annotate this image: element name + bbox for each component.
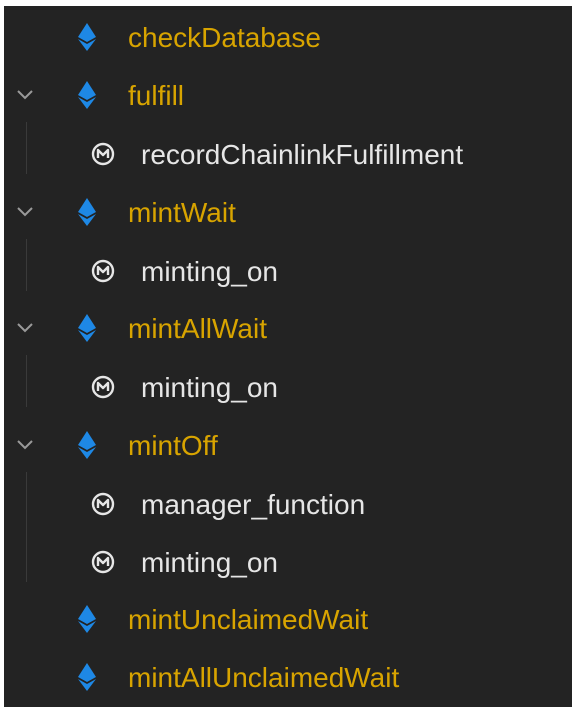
tree-item-manager_function[interactable]: manager_function bbox=[4, 475, 572, 533]
chevron-down-icon[interactable] bbox=[16, 435, 34, 453]
chevron-down-icon[interactable] bbox=[16, 85, 34, 103]
tree-item-minting_on[interactable]: minting_on bbox=[4, 358, 572, 416]
modifier-label: manager_function bbox=[141, 489, 366, 520]
outline-tree-panel: checkDatabase fulfill recordChainlinkFul… bbox=[4, 6, 572, 707]
function-label: mintOff bbox=[128, 430, 218, 461]
ethereum-diamond-icon bbox=[78, 198, 96, 226]
function-label: fulfill bbox=[128, 80, 185, 111]
tree-item-minting_on[interactable]: minting_on bbox=[4, 533, 572, 591]
chevron-down-icon[interactable] bbox=[16, 202, 34, 220]
tree-item-minting_on[interactable]: minting_on bbox=[4, 242, 572, 300]
modifier-icon bbox=[91, 375, 115, 399]
modifier-label: minting_on bbox=[141, 256, 278, 287]
ethereum-diamond-icon bbox=[78, 663, 96, 691]
modifier-label: minting_on bbox=[141, 372, 278, 403]
tree-item-mintUnclaimedWait[interactable]: mintUnclaimedWait bbox=[4, 591, 572, 649]
ethereum-diamond-icon bbox=[78, 605, 96, 633]
modifier-icon bbox=[91, 550, 115, 574]
modifier-label: minting_on bbox=[141, 547, 278, 578]
tree-item-checkDatabase[interactable]: checkDatabase bbox=[4, 9, 572, 67]
modifier-icon bbox=[91, 492, 115, 516]
tree-item-mintWait[interactable]: mintWait bbox=[4, 184, 572, 242]
modifier-icon bbox=[91, 259, 115, 283]
ethereum-diamond-icon bbox=[78, 314, 96, 342]
ethereum-diamond-icon bbox=[78, 23, 96, 51]
ethereum-diamond-icon bbox=[78, 81, 96, 109]
tree-item-recordChainlinkFulfillment[interactable]: recordChainlinkFulfillment bbox=[4, 125, 572, 183]
chevron-down-icon[interactable] bbox=[16, 318, 34, 336]
tree-item-mintAllWait[interactable]: mintAllWait bbox=[4, 300, 572, 358]
function-label: checkDatabase bbox=[128, 22, 322, 53]
tree-item-fulfill[interactable]: fulfill bbox=[4, 67, 572, 125]
tree-item-mintOff[interactable]: mintOff bbox=[4, 417, 572, 475]
ethereum-diamond-icon bbox=[78, 431, 96, 459]
modifier-label: recordChainlinkFulfillment bbox=[141, 139, 464, 170]
modifier-icon bbox=[91, 142, 115, 166]
function-label: mintAllWait bbox=[128, 313, 267, 344]
tree-item-mintAllUnclaimedWait[interactable]: mintAllUnclaimedWait bbox=[4, 649, 572, 707]
function-label: mintAllUnclaimedWait bbox=[128, 662, 400, 693]
function-label: mintUnclaimedWait bbox=[128, 604, 369, 635]
function-label: mintWait bbox=[128, 197, 236, 228]
